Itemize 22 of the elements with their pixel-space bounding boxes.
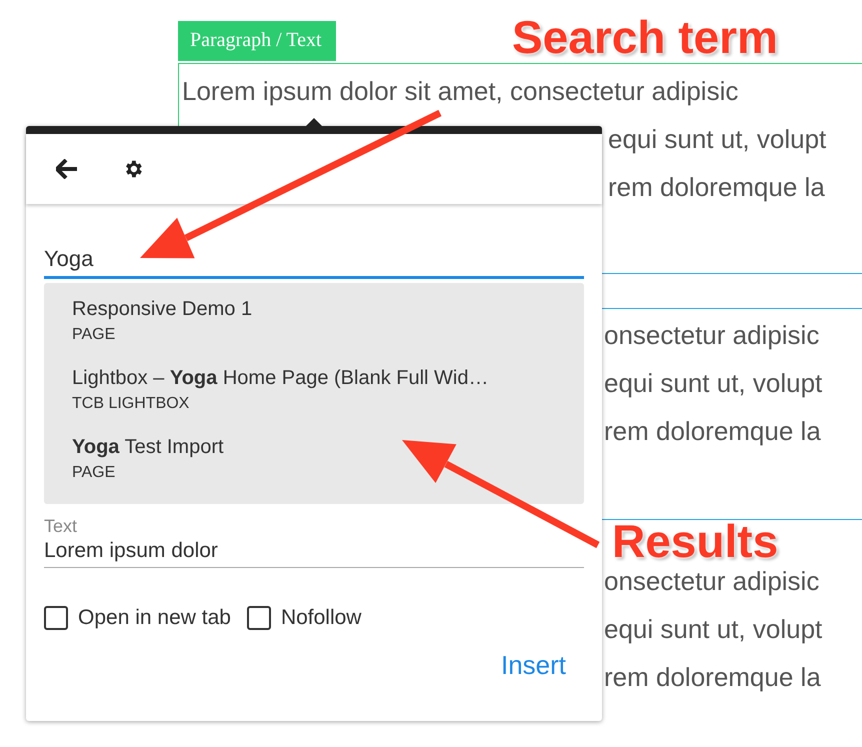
annotation-label: Results — [612, 518, 778, 564]
insert-button[interactable]: Insert — [500, 650, 566, 681]
result-type: TCB LIGHTBOX — [72, 394, 190, 414]
result-type: PAGE — [72, 463, 116, 483]
paragraph-line: equi sunt ut, volupt — [608, 123, 826, 155]
paragraph-line: Lorem ipsum dolor sit amet, consectetur adipisic — [182, 75, 738, 107]
paragraph-line: equi sunt ut, volupt — [604, 613, 822, 645]
paragraph-line: onsectetur adipisic — [604, 319, 820, 351]
paragraph-line: onsectetur adipisic — [604, 565, 820, 597]
result-title[interactable]: Yoga Test Import — [72, 433, 556, 461]
result-title[interactable]: Lightbox – Yoga Home Page (Blank Full Wid… — [72, 364, 556, 392]
paragraph-line: rem doloremque la — [608, 171, 825, 203]
paragraph-line: rem doloremque la — [604, 415, 821, 447]
result-type: PAGE — [72, 325, 116, 345]
result-title[interactable]: Responsive Demo 1 — [72, 295, 556, 323]
paragraph-line: equi sunt ut, volupt — [604, 367, 822, 399]
annotation-label: Search term — [512, 14, 778, 60]
checkbox-label[interactable]: Nofollow — [280, 606, 362, 630]
text-field[interactable]: Text Lorem ipsum dolor — [44, 516, 584, 568]
checkbox-label[interactable]: Open in new tab — [78, 606, 231, 630]
paragraph-line: rem doloremque la — [604, 661, 821, 693]
element-label: Paragraph / Text — [178, 21, 336, 61]
